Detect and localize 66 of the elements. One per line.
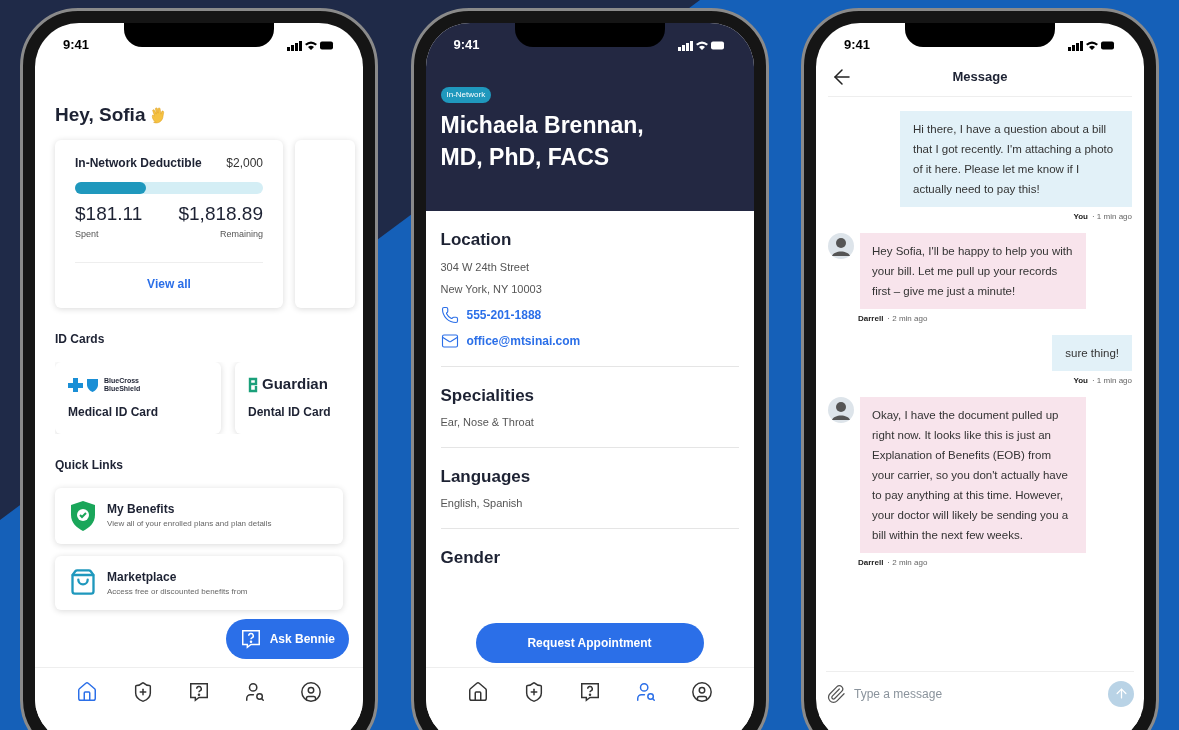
id-card-label: Dental ID Card (248, 403, 332, 421)
message-input[interactable]: Type a message (854, 684, 1100, 703)
detail-text: 304 W 24th Street (440, 259, 531, 275)
section-heading: Specialities (440, 384, 536, 407)
id-card[interactable]: Guardian Dental ID Card (235, 361, 363, 434)
received-message: Okay, I have the document pulled up right now. It looks like this is just an Explanation of Benefits (EOB) from your carrier, so you don't actually have to pay anything at this time. However, your doctor will likely be sending you a bill within the next few weeks. (860, 397, 1086, 553)
sent-message: Hi there, I have a question about a bill that I got recently. I'm attaching a photo of it here. Please let me know if I actually need to pay this! (900, 111, 1132, 207)
status-time: 9:41 (844, 36, 871, 55)
message-time: · 1 min ago (1091, 211, 1132, 223)
section-heading: Location (440, 229, 513, 251)
remaining-amount: $1,818.89 (178, 201, 263, 226)
help-icon (188, 680, 210, 703)
screen-title: Message (952, 67, 1008, 86)
deductible-title: In-Network Deductible (75, 154, 202, 172)
help-icon (578, 680, 601, 703)
quick-link-description: Access free or discounted benefits from (107, 585, 249, 598)
quick-link-title: Marketplace (107, 568, 178, 586)
status-time: 9:41 (63, 36, 90, 55)
avatar-icon (828, 397, 854, 423)
message-time: · 2 min ago (887, 557, 928, 569)
section-heading: ID Cards (55, 330, 106, 348)
logo-text: Guardian (262, 374, 328, 395)
ask-bennie-button[interactable]: Ask Bennie (225, 619, 349, 659)
phone-link[interactable]: 555-201-1888 (466, 305, 542, 324)
avatar-icon (828, 233, 854, 259)
detail-text: New York, NY 10003 (440, 282, 543, 297)
phone-icon (440, 305, 459, 324)
deductible-amount: $2,000 (226, 154, 263, 172)
network-badge: In-Network (440, 87, 492, 103)
sent-message: sure thing! (1052, 335, 1132, 371)
cross-shield-logo-icon (68, 377, 100, 392)
spent-label: Spent (75, 228, 100, 241)
quick-link-description: View all of your enrolled plans and plan details (107, 517, 273, 530)
detail-text: Ear, Nose & Throat (440, 415, 535, 430)
mail-icon (440, 331, 459, 350)
quick-link-card[interactable]: Marketplace Access free or discounted benefits from (55, 555, 343, 610)
quick-link-title: My Benefits (107, 500, 176, 518)
spent-amount: $181.11 (75, 201, 143, 226)
email-link[interactable]: office@mtsinai.com (466, 331, 581, 350)
logo-mark-icon (248, 376, 258, 393)
section-heading: Languages (440, 465, 532, 488)
status-icons (287, 39, 335, 51)
greeting: Hey, Sofia (55, 103, 146, 127)
sender-name: Darrell (858, 557, 884, 569)
message-time: · 2 min ago (887, 313, 928, 325)
sender-name: Darrell (858, 313, 884, 325)
status-time: 9:41 (453, 36, 480, 55)
status-icons (1068, 39, 1116, 51)
sender-name: You (1073, 211, 1088, 223)
provider-name: Michaela Brennan, MD, PhD, FACS (440, 111, 645, 172)
message-time: · 1 min ago (1091, 375, 1132, 387)
shield-check-icon (69, 499, 97, 532)
attach-icon[interactable] (826, 683, 846, 704)
section-heading: Quick Links (55, 456, 125, 474)
request-appointment-button[interactable]: Request Appointment (475, 623, 704, 663)
received-message: Hey Sofia, I'll be happy to help you with your bill. Let me pull up your records first – give me just a minute! (860, 233, 1086, 309)
remaining-label: Remaining (219, 228, 263, 241)
help-icon (239, 628, 262, 650)
shopping-bag-icon (69, 567, 97, 596)
view-all-link[interactable]: View all (147, 274, 191, 293)
status-icons (677, 39, 726, 51)
sender-name: You (1073, 375, 1088, 387)
id-card-label: Medical ID Card (68, 403, 160, 421)
detail-text: English, Spanish (440, 496, 524, 511)
section-heading: Gender (440, 546, 502, 569)
quick-link-card[interactable]: My Benefits View all of your enrolled plans and plan details (55, 487, 343, 544)
